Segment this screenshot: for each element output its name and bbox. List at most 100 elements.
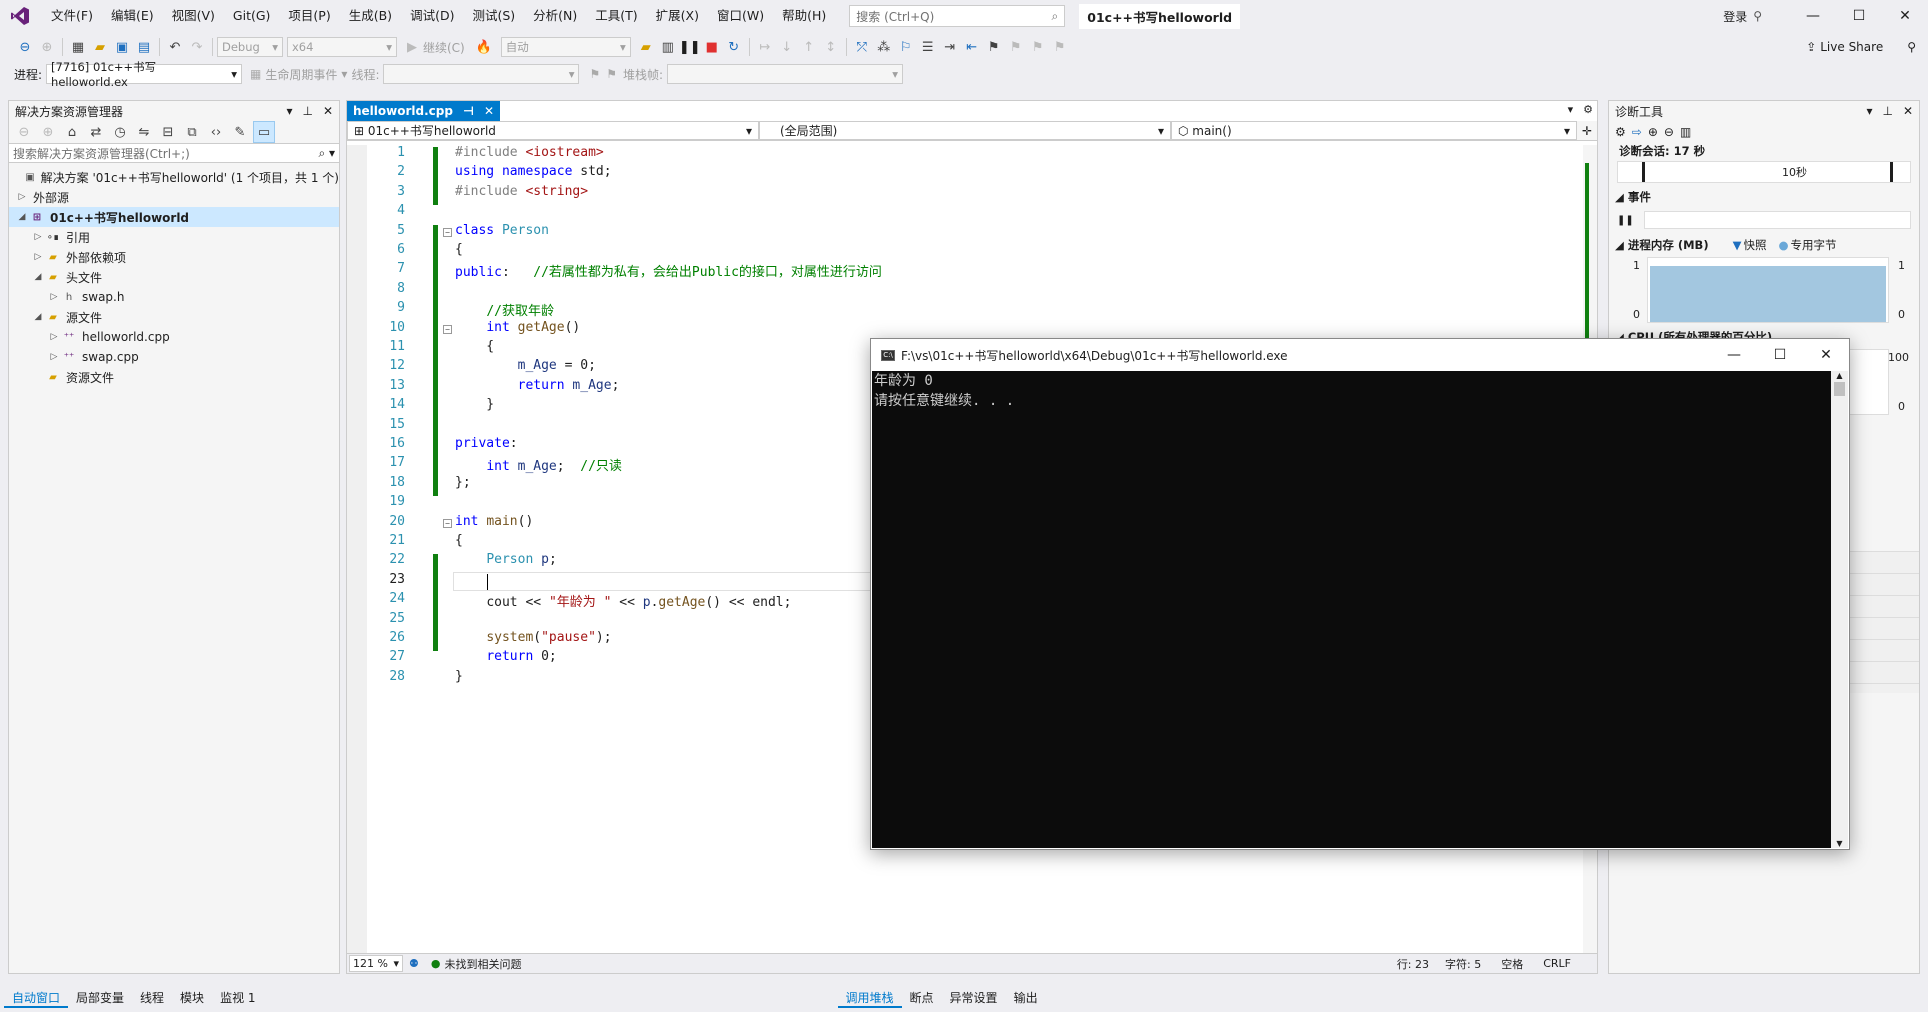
bottom-tab[interactable]: 线程	[132, 988, 172, 1008]
redo-icon[interactable]: ↷	[186, 36, 208, 58]
collapsed-arrow-icon[interactable]: ▷	[31, 252, 45, 262]
pin-icon[interactable]: ⊥	[1882, 104, 1892, 118]
pin-tab-icon[interactable]: ⊣	[463, 104, 474, 118]
menu-item[interactable]: 扩展(X)	[647, 0, 708, 32]
events-section[interactable]: ◢ 事件	[1609, 189, 1919, 205]
collapsed-arrow-icon[interactable]: ▷	[47, 332, 61, 342]
menu-item[interactable]: 窗口(W)	[708, 0, 773, 32]
tree-item[interactable]: ◢ ⊞ 01c++书写helloworld	[9, 207, 339, 227]
code-icon[interactable]: ‹›	[205, 121, 227, 143]
close-panel-icon[interactable]: ✕	[1903, 104, 1913, 118]
feedback-icon[interactable]: ⚲	[1907, 40, 1916, 54]
menu-item[interactable]: 测试(S)	[463, 0, 524, 32]
code-line[interactable]: public: //若属性都为私有，会给出Public的接口，对属性进行访问	[455, 261, 882, 280]
console-close-button[interactable]: ✕	[1803, 339, 1849, 371]
tab-list-icon[interactable]: ▾	[1568, 103, 1574, 116]
code-line[interactable]: system("pause");	[455, 630, 611, 645]
menu-item[interactable]: 视图(V)	[163, 0, 224, 32]
expanded-arrow-icon[interactable]: ◢	[31, 272, 45, 282]
code-line[interactable]: {	[455, 339, 494, 354]
diagnostics-icon[interactable]: ⤱	[851, 36, 873, 58]
bottom-tab[interactable]: 异常设置	[942, 988, 1006, 1008]
configuration-select[interactable]: Debug ▾	[217, 37, 283, 57]
menu-item[interactable]: 帮助(H)	[773, 0, 835, 32]
issues-status[interactable]: 未找到相关问题	[444, 956, 521, 972]
code-line[interactable]: return m_Age;	[455, 378, 620, 393]
expanded-arrow-icon[interactable]: ◢	[15, 212, 29, 222]
continue-button[interactable]: 继续(C)	[423, 39, 465, 56]
member-select[interactable]: ⬡ main() ▾	[1171, 121, 1577, 140]
tree-item[interactable]: ▷ ⁺⁺ helloworld.cpp	[9, 327, 339, 347]
close-button[interactable]: ✕	[1882, 0, 1928, 32]
menu-item[interactable]: 编辑(E)	[102, 0, 163, 32]
console-minimize-button[interactable]: —	[1711, 339, 1757, 371]
code-line[interactable]: class Person	[455, 223, 549, 238]
new-item-icon[interactable]: ▦	[67, 36, 89, 58]
whitespace-indicator[interactable]: 空格	[1501, 956, 1523, 972]
step-out-icon[interactable]: ↑	[798, 36, 820, 58]
code-line[interactable]: }	[455, 397, 494, 412]
bottom-tab[interactable]: 监视 1	[212, 988, 263, 1008]
char-indicator[interactable]: 字符: 5	[1445, 956, 1481, 972]
pause-icon[interactable]: ❚❚	[679, 36, 701, 58]
search-input[interactable]: 搜索 (Ctrl+Q)	[856, 8, 934, 25]
zoom-select[interactable]: 121 % ▾	[349, 955, 403, 972]
live-share-button[interactable]: Live Share	[1820, 40, 1883, 54]
collapsed-arrow-icon[interactable]: ▷	[15, 192, 29, 202]
solution-search-input[interactable]: 搜索解决方案资源管理器(Ctrl+;)	[13, 145, 190, 162]
console-output[interactable]: 年龄为 0 请按任意键继续. . .	[872, 371, 1831, 848]
step-back-icon[interactable]: ↕	[820, 36, 842, 58]
tree-item[interactable]: ▷ 外部源	[9, 187, 339, 207]
split-icon[interactable]: ✛	[1577, 121, 1597, 140]
tree-item[interactable]: ▰ 资源文件	[9, 367, 339, 387]
code-line[interactable]: }	[455, 669, 463, 684]
menu-item[interactable]: 工具(T)	[586, 0, 646, 32]
stop-icon[interactable]: ■	[701, 36, 723, 58]
collapsed-arrow-icon[interactable]: ▷	[47, 352, 61, 362]
memory-chart[interactable]: 1 0 1 0	[1609, 257, 1919, 323]
forward-icon[interactable]: ⊕	[37, 121, 59, 143]
memory-section[interactable]: ◢ 进程内存 (MB) ▼ 快照 ● 专用字节	[1609, 237, 1919, 253]
export-icon[interactable]: ⇨	[1632, 125, 1642, 139]
menu-item[interactable]: 分析(N)	[524, 0, 586, 32]
indent-icon[interactable]: ⇥	[939, 36, 961, 58]
menu-item[interactable]: Git(G)	[224, 0, 280, 32]
filter-icon[interactable]: ⚑	[589, 67, 600, 81]
close-tab-icon[interactable]: ✕	[484, 104, 494, 118]
timeline-ruler[interactable]: 10秒	[1617, 161, 1911, 183]
bottom-tab[interactable]: 调用堆栈	[837, 988, 902, 1008]
settings-icon[interactable]: ⚙	[1583, 103, 1593, 116]
search-box[interactable]: 搜索 (Ctrl+Q) ⌕	[849, 5, 1066, 27]
line-indicator[interactable]: 行: 23	[1397, 956, 1429, 972]
switch-view-icon[interactable]: ⇄	[85, 121, 107, 143]
code-line[interactable]: Person p;	[455, 552, 556, 567]
minimize-button[interactable]: —	[1790, 0, 1836, 32]
intellicode-icon[interactable]: ⚉	[409, 957, 419, 970]
expanded-arrow-icon[interactable]: ◢	[31, 312, 45, 322]
undo-icon[interactable]: ↶	[164, 36, 186, 58]
bookmark-icon[interactable]: ⚑	[983, 36, 1005, 58]
login-link[interactable]: 登录	[1723, 8, 1747, 25]
settings-icon[interactable]: ⚙	[1615, 125, 1626, 139]
sync-icon[interactable]: ⇋	[133, 121, 155, 143]
format-icon[interactable]: ☰	[917, 36, 939, 58]
console-scrollbar[interactable]: ▲ ▼	[1831, 371, 1848, 848]
code-line[interactable]: using namespace std;	[455, 164, 612, 179]
back-icon[interactable]: ⊖	[14, 36, 36, 58]
forward-icon[interactable]: ⊕	[36, 36, 58, 58]
restart-icon[interactable]: ↻	[723, 36, 745, 58]
code-line[interactable]: cout << "年龄为 " << p.getAge() << endl;	[455, 591, 791, 610]
zoom-in-icon[interactable]: ⊕	[1648, 125, 1658, 139]
fold-toggle-icon[interactable]: −	[443, 227, 452, 237]
dropdown-icon[interactable]: ▾	[286, 104, 292, 118]
preview-icon[interactable]: ▭	[253, 121, 275, 143]
layout-icon[interactable]: ▥	[657, 36, 679, 58]
menu-item[interactable]: 调试(D)	[401, 0, 463, 32]
menu-item[interactable]: 项目(P)	[279, 0, 339, 32]
platform-select[interactable]: x64 ▾	[287, 37, 397, 57]
code-line[interactable]: return 0;	[455, 649, 556, 664]
chart-icon[interactable]: ▥	[1680, 125, 1691, 139]
tree-item[interactable]: ▣ 解决方案 '01c++书写helloworld' (1 个项目，共 1 个)	[9, 167, 339, 187]
step-over-icon[interactable]: ↦	[754, 36, 776, 58]
save-all-icon[interactable]: ▤	[133, 36, 155, 58]
